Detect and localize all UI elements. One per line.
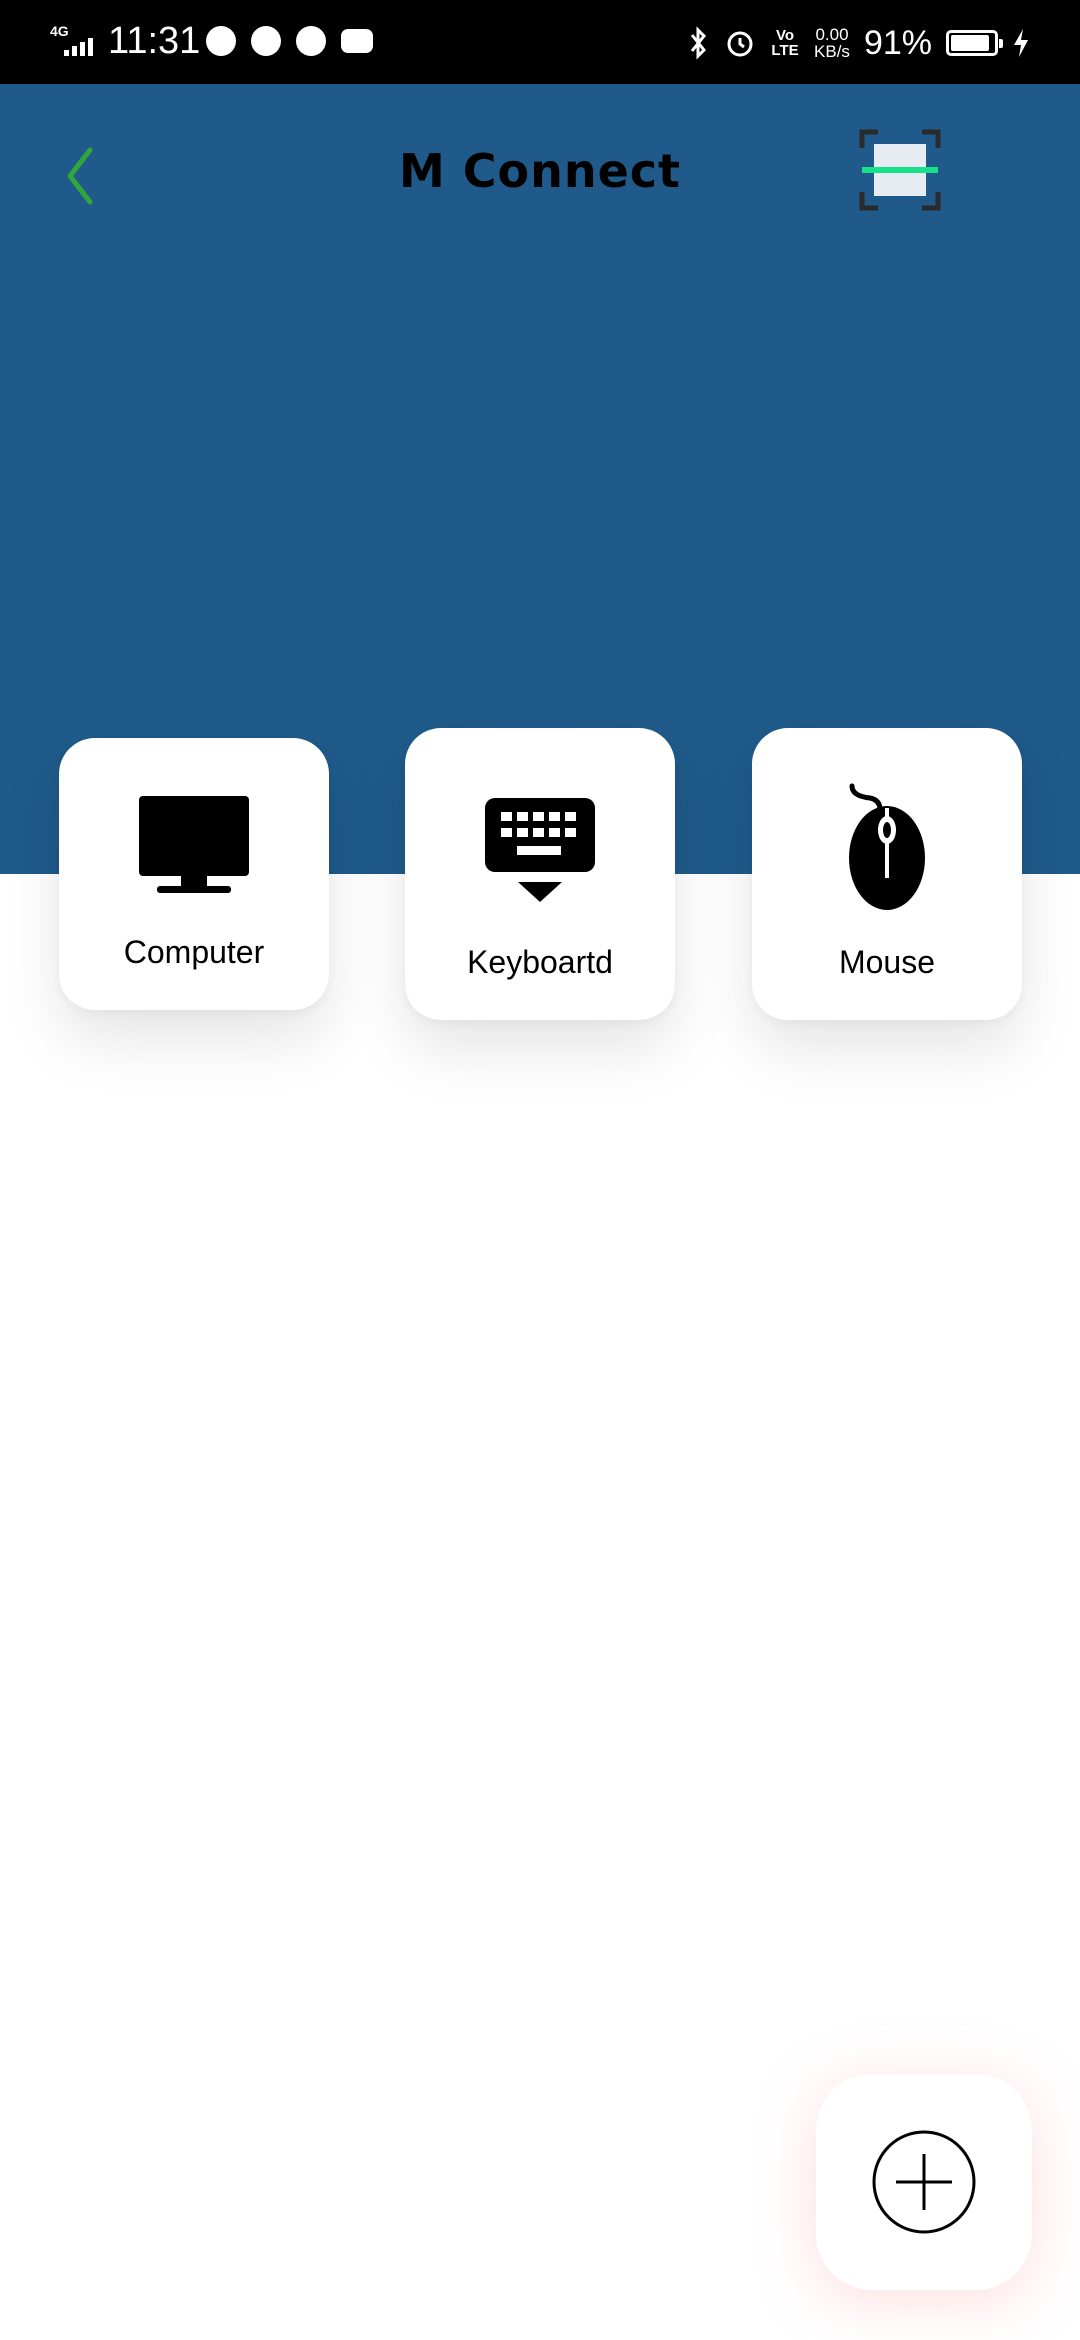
youtube-icon bbox=[341, 29, 373, 53]
speed-value: 0.00 bbox=[815, 25, 849, 44]
keyboard-label: Keyboartd bbox=[467, 944, 613, 980]
clock: 11:31 bbox=[108, 20, 201, 62]
status-right: Vo LTE 0.00 KB/s 91% bbox=[688, 18, 1030, 68]
mouse-card[interactable]: Mouse bbox=[752, 728, 1022, 1020]
speed-unit: KB/s bbox=[814, 42, 850, 61]
computer-label: Computer bbox=[123, 934, 265, 970]
battery-level bbox=[951, 35, 989, 51]
volte-indicator: Vo LTE bbox=[771, 27, 799, 59]
monitor-icon bbox=[139, 796, 249, 893]
telegram-icon bbox=[251, 26, 281, 56]
scan-button[interactable] bbox=[858, 128, 942, 212]
keyboard-card[interactable]: Keyboartd bbox=[405, 728, 675, 1020]
bluetooth-icon bbox=[690, 26, 707, 60]
add-button[interactable] bbox=[816, 2074, 1032, 2290]
mouse-icon bbox=[849, 783, 925, 910]
alarm-icon bbox=[727, 31, 753, 57]
spotify-icon bbox=[206, 26, 236, 56]
network-type: 4G bbox=[50, 23, 69, 39]
signal-icon: 4G bbox=[50, 23, 93, 56]
leaf-app-icon bbox=[296, 26, 326, 56]
charging-icon bbox=[1014, 29, 1028, 57]
notification-icons bbox=[206, 26, 373, 58]
qr-scan-icon bbox=[859, 129, 941, 211]
keyboard-icon bbox=[485, 798, 595, 902]
network-speed: 0.00 KB/s bbox=[814, 26, 850, 60]
add-circle-icon bbox=[872, 2130, 976, 2234]
mouse-label: Mouse bbox=[838, 944, 936, 980]
computer-card[interactable]: Computer bbox=[59, 738, 329, 1010]
status-bar: 4G 11:31 Vo LTE 0.00 KB/s 91% bbox=[0, 0, 1080, 84]
battery-percent: 91% bbox=[863, 23, 932, 62]
battery-icon bbox=[946, 30, 1003, 56]
